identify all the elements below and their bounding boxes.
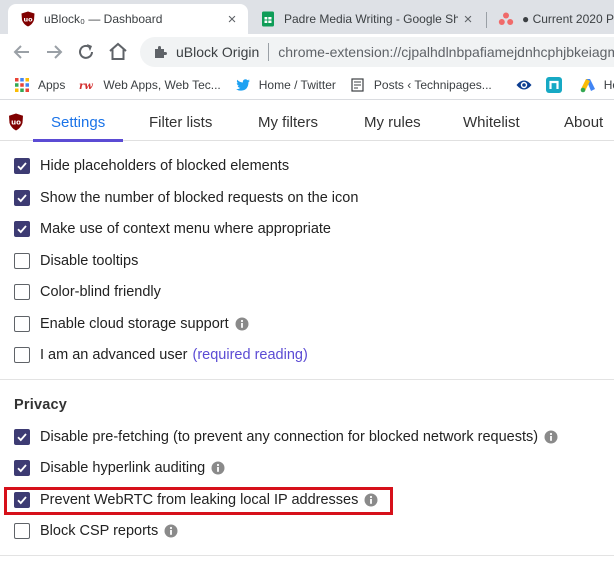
- twitter-icon: [235, 78, 250, 91]
- bookmark-label: Posts ‹ Technipages...: [373, 77, 492, 92]
- bookmark-label: Home / Twitter: [258, 77, 336, 92]
- setting-row[interactable]: Block CSP reports: [14, 521, 178, 541]
- checkmark-icon: [17, 433, 27, 442]
- browser-toolbar: uBlock Origin chrome-extension://cjpalhd…: [0, 34, 614, 70]
- rw-icon: rw: [79, 81, 93, 92]
- bookmark-cbs[interactable]: [516, 77, 540, 93]
- section-divider: [0, 555, 614, 556]
- setting-label: Block CSP reports: [40, 523, 159, 539]
- tab-filter-lists[interactable]: Filter lists: [149, 101, 212, 141]
- tab-ublock-dashboard[interactable]: uo uBlock₀ — Dashboard ×: [8, 4, 248, 34]
- bookmark-label: Apps: [38, 77, 66, 92]
- bookmarks-bar: Apps rw Web Apps, Web Tec... Home / Twit…: [0, 70, 614, 100]
- n-icon: [545, 76, 562, 93]
- setting-row[interactable]: Show the number of blocked requests on t…: [14, 188, 358, 208]
- forward-arrow-icon[interactable]: [42, 40, 66, 64]
- tab-title: Padre Media Writing - Google Sh: [284, 12, 458, 26]
- tab-settings[interactable]: Settings: [32, 101, 124, 142]
- setting-row[interactable]: I am an advanced user (required reading): [14, 345, 308, 365]
- setting-label: I am an advanced user: [40, 347, 188, 363]
- home-icon[interactable]: [106, 40, 130, 64]
- tab-whitelist[interactable]: Whitelist: [463, 101, 520, 141]
- info-icon[interactable]: [544, 430, 558, 444]
- setting-label: Disable tooltips: [40, 253, 139, 269]
- setting-label: Hide placeholders of blocked elements: [40, 158, 290, 174]
- info-icon[interactable]: [164, 524, 178, 538]
- omnibox-separator: [268, 43, 270, 61]
- setting-row[interactable]: Disable tooltips: [14, 251, 138, 271]
- checkbox[interactable]: [14, 190, 30, 206]
- setting-row[interactable]: Make use of context menu where appropria…: [14, 219, 331, 239]
- privacy-heading: Privacy: [14, 397, 67, 413]
- checkmark-icon: [17, 162, 27, 171]
- tab-my-filters[interactable]: My filters: [258, 101, 318, 141]
- setting-row[interactable]: Enable cloud storage support: [14, 314, 249, 334]
- checkmark-icon: [17, 194, 27, 203]
- setting-label: Color-blind friendly: [40, 284, 161, 300]
- checkbox[interactable]: [14, 460, 30, 476]
- tab-asana[interactable]: ● Current 2020 Pr: [488, 4, 614, 34]
- bookmark-n[interactable]: [545, 76, 570, 93]
- svg-text:uo: uo: [23, 16, 33, 24]
- checkbox[interactable]: [14, 316, 30, 332]
- setting-row[interactable]: Disable hyperlink auditing: [14, 458, 225, 478]
- checkmark-icon: [17, 464, 27, 473]
- tab-about[interactable]: About: [564, 101, 603, 141]
- back-arrow-icon[interactable]: [10, 40, 34, 64]
- asana-icon: [498, 12, 514, 25]
- reload-icon[interactable]: [74, 40, 98, 64]
- info-icon[interactable]: [235, 317, 249, 331]
- checkbox[interactable]: [14, 284, 30, 300]
- tab-title: ● Current 2020 Pr: [522, 12, 614, 26]
- highlight-box: [4, 487, 393, 515]
- setting-label: Disable pre-fetching (to prevent any con…: [40, 429, 539, 445]
- url-text: chrome-extension://cjpalhdlnbpafiamejdnh…: [278, 44, 614, 60]
- bookmark-twitter[interactable]: Home / Twitter: [235, 77, 336, 93]
- dashboard-tab-bar: uo Settings Filter lists My filters My r…: [0, 101, 614, 142]
- cbs-eye-icon: [516, 80, 532, 89]
- ublock-shield-icon: uo: [21, 11, 35, 27]
- setting-row[interactable]: Disable pre-fetching (to prevent any con…: [14, 427, 558, 447]
- bookmark-apps[interactable]: Apps: [14, 77, 65, 93]
- section-divider: [0, 379, 614, 380]
- required-reading-link[interactable]: (required reading): [193, 347, 308, 363]
- setting-label: Show the number of blocked requests on t…: [40, 190, 359, 206]
- bookmark-web-apps[interactable]: rw Web Apps, Web Tec...: [79, 77, 220, 93]
- setting-label: Make use of context menu where appropria…: [40, 221, 331, 237]
- bookmark-label: Ho: [603, 77, 614, 92]
- browser-tab-strip: uo uBlock₀ — Dashboard × Padre Media Wri…: [0, 0, 614, 34]
- setting-row[interactable]: Hide placeholders of blocked elements: [14, 156, 289, 176]
- bookmark-posts[interactable]: Posts ‹ Technipages...: [350, 77, 492, 93]
- checkbox[interactable]: [14, 253, 30, 269]
- checkbox[interactable]: [14, 221, 30, 237]
- ublock-logo-icon: uo: [9, 113, 23, 131]
- bookmark-google-ads[interactable]: Ho: [580, 77, 614, 93]
- tab-google-sheets[interactable]: Padre Media Writing - Google Sh ×: [250, 4, 484, 34]
- svg-text:rw: rw: [79, 81, 93, 92]
- address-bar[interactable]: uBlock Origin chrome-extension://cjpalhd…: [140, 37, 614, 67]
- checkbox[interactable]: [14, 158, 30, 174]
- tab-title: uBlock₀ — Dashboard: [44, 12, 163, 26]
- info-icon[interactable]: [211, 461, 225, 475]
- site-name: uBlock Origin: [176, 44, 260, 60]
- svg-text:uo: uo: [11, 119, 21, 127]
- checkbox[interactable]: [14, 347, 30, 363]
- tab-separator: [486, 12, 487, 28]
- extension-puzzle-icon: [155, 46, 167, 58]
- checkmark-icon: [17, 225, 27, 234]
- apps-grid-icon: [15, 77, 29, 92]
- posts-icon: [351, 77, 364, 92]
- google-sheets-icon: [262, 11, 274, 27]
- checkbox[interactable]: [14, 523, 30, 539]
- setting-row[interactable]: Color-blind friendly: [14, 282, 161, 302]
- close-tab-icon[interactable]: ×: [458, 11, 478, 28]
- google-ads-icon: [580, 78, 595, 92]
- tab-my-rules[interactable]: My rules: [364, 101, 421, 141]
- bookmark-label: Web Apps, Web Tec...: [103, 77, 221, 92]
- setting-label: Enable cloud storage support: [40, 316, 229, 332]
- close-tab-icon[interactable]: ×: [222, 11, 242, 28]
- setting-label: Disable hyperlink auditing: [40, 460, 206, 476]
- checkbox[interactable]: [14, 429, 30, 445]
